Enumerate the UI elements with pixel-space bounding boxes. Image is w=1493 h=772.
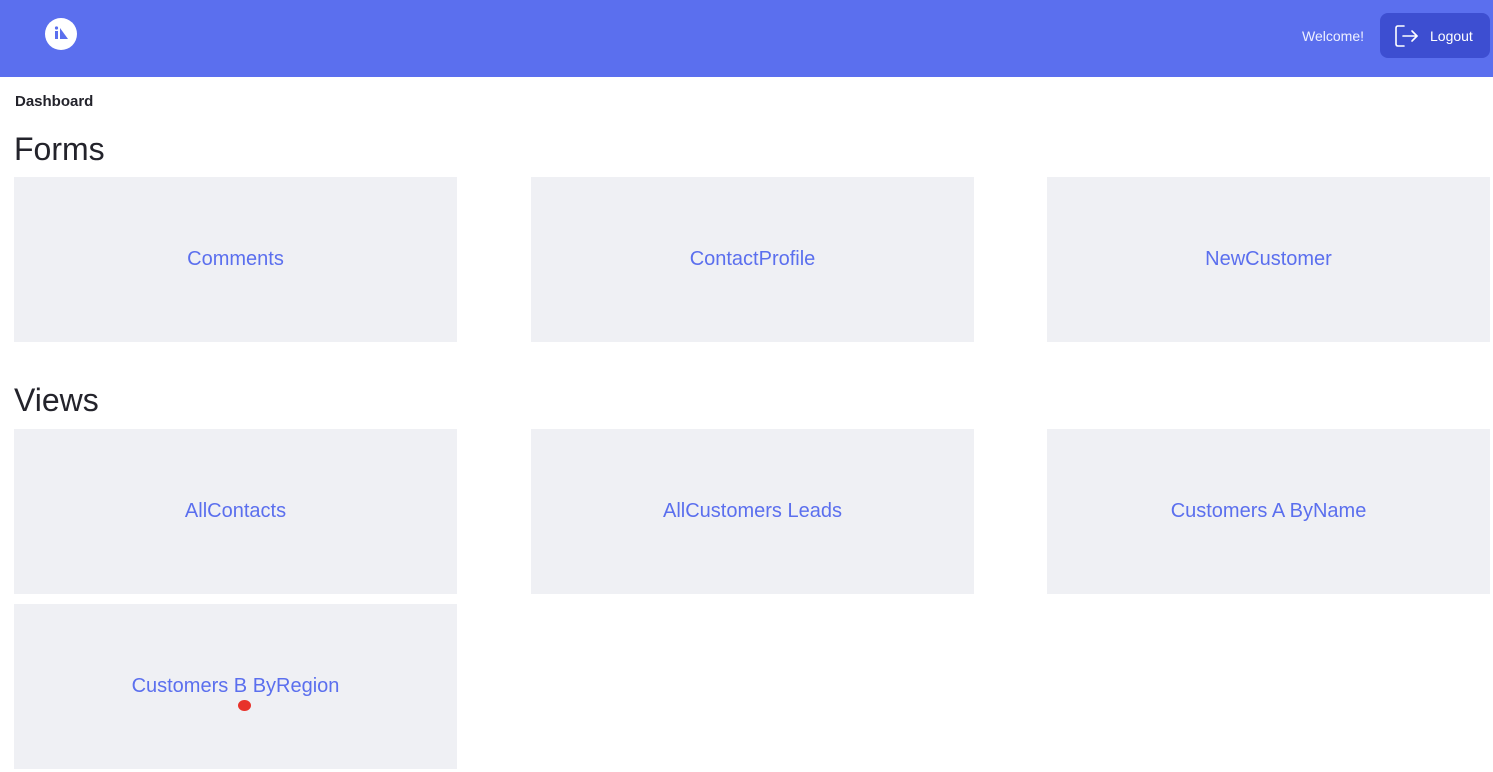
card-label: AllContacts (184, 500, 287, 522)
view-card-allcustomers-leads[interactable]: AllCustomers Leads (531, 429, 974, 594)
logout-label: Logout (1430, 28, 1473, 44)
forms-section-title: Forms (14, 131, 105, 167)
mouse-cursor-marker (238, 700, 251, 711)
welcome-text: Welcome! (1302, 28, 1364, 44)
form-card-contactprofile[interactable]: ContactProfile (531, 177, 974, 342)
card-label: Comments (187, 248, 284, 270)
logout-button[interactable]: Logout (1380, 13, 1490, 58)
view-card-customers-a-byname[interactable]: Customers A ByName (1047, 429, 1490, 594)
views-section-title: Views (14, 382, 99, 418)
top-header: Welcome! Logout (0, 0, 1493, 77)
view-card-customers-b-byregion[interactable]: Customers B ByRegion (14, 604, 457, 769)
card-label: Customers B ByRegion (131, 675, 340, 697)
form-card-newcustomer[interactable]: NewCustomer (1047, 177, 1490, 342)
card-label: AllCustomers Leads (663, 500, 842, 522)
form-card-comments[interactable]: Comments (14, 177, 457, 342)
brand-logo-icon[interactable] (45, 18, 77, 50)
logout-icon (1394, 24, 1420, 53)
card-label: NewCustomer (1205, 248, 1332, 270)
card-label: Customers A ByName (1170, 500, 1367, 522)
breadcrumb: Dashboard (15, 93, 94, 110)
card-label: ContactProfile (689, 248, 816, 270)
view-card-allcontacts[interactable]: AllContacts (14, 429, 457, 594)
